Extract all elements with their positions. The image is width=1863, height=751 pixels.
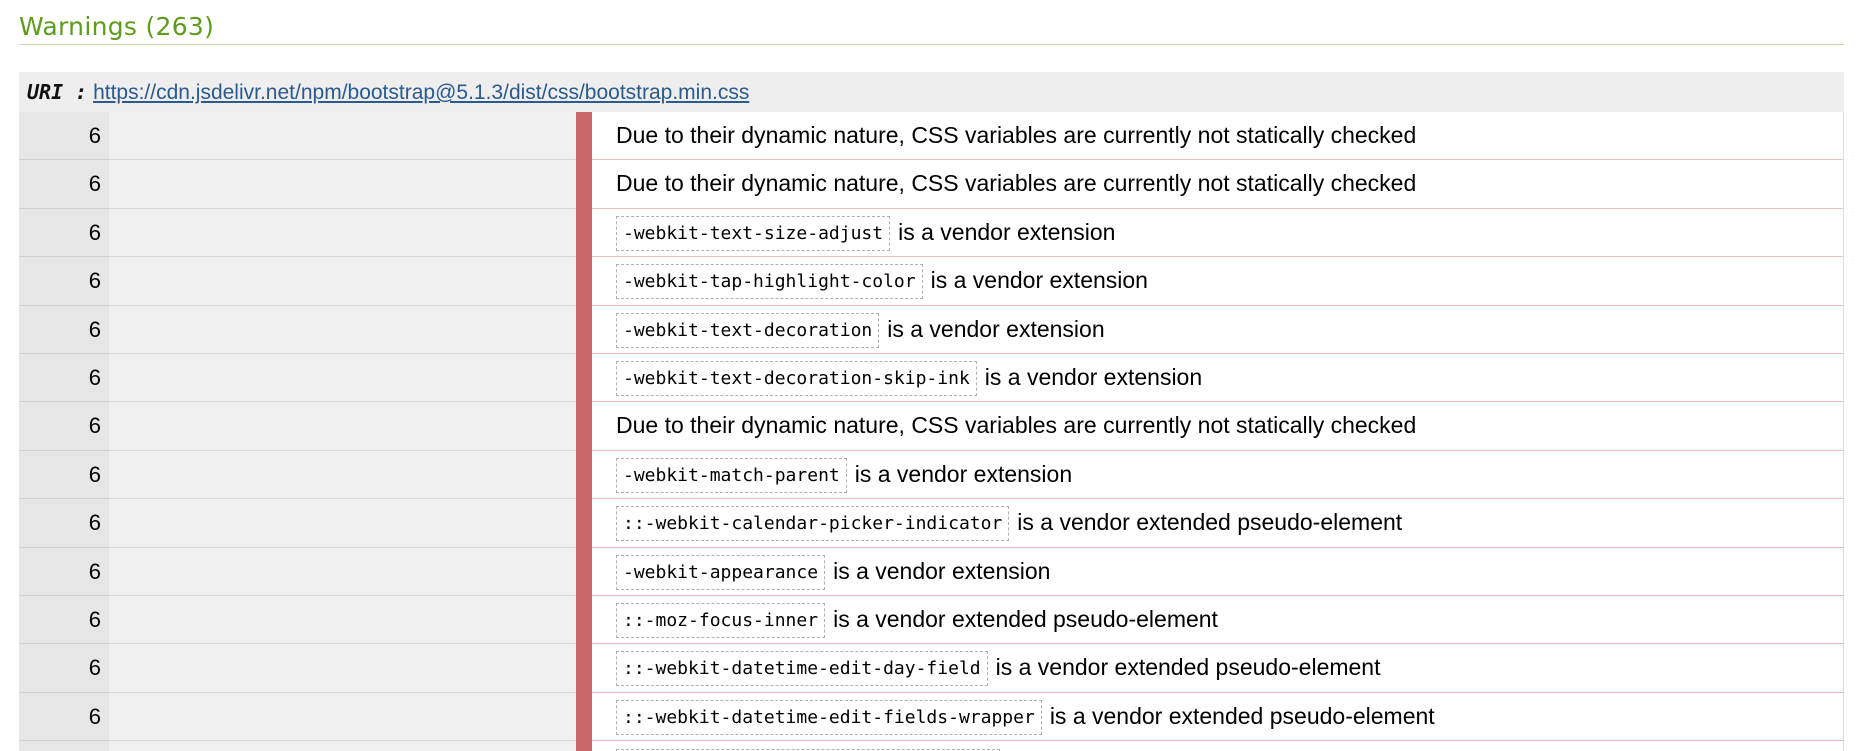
context-cell — [109, 547, 576, 596]
warning-marker-bar — [576, 257, 592, 306]
table-row: 6 Due to their dynamic nature, CSS variab… — [19, 160, 1843, 209]
message-cell: Due to their dynamic nature, CSS variabl… — [592, 112, 1843, 159]
context-cell — [109, 595, 576, 645]
warning-marker-bar — [576, 160, 592, 209]
line-number-cell: 6 — [19, 595, 109, 645]
warning-marker-bar — [576, 644, 592, 693]
message-text: is a vendor extended pseudo-element — [1049, 702, 1435, 729]
line-number-cell: 6 — [19, 257, 109, 306]
line-number-cell: 6 — [19, 644, 109, 693]
message-text: Due to their dynamic nature, CSS variabl… — [616, 412, 1417, 439]
context-cell — [109, 257, 576, 306]
table-row: 6 -webkit-match-parent is a vendor extensi… — [19, 450, 1843, 500]
message-cell: ::-webkit-datetime-edit-day-field is a ve… — [592, 644, 1843, 691]
uri-bar: URI : https://cdn.jsdelivr.net/npm/boots… — [19, 72, 1844, 112]
line-number-cell: 6 — [19, 499, 109, 548]
message-text: is a vendor extension — [984, 363, 1203, 390]
message-text: is a vendor extension — [854, 460, 1073, 487]
message-text: is a vendor extension — [930, 267, 1148, 294]
message-text: Due to their dynamic nature, CSS variabl… — [616, 170, 1417, 197]
line-number-cell — [19, 741, 109, 751]
property-code: ::-webkit-calendar-picker-indicator — [616, 506, 1010, 542]
uri-label: URI : — [27, 80, 88, 104]
message-text: is a vendor extended pseudo-element — [995, 654, 1381, 681]
context-cell — [109, 644, 576, 693]
warning-marker-bar — [576, 450, 592, 500]
context-cell — [109, 741, 576, 751]
table-row: 6 Due to their dynamic nature, CSS variab… — [19, 402, 1843, 451]
table-row: 6::-webkit-datetime-edit-day-field is a v… — [19, 644, 1843, 693]
line-number-cell: 6 — [19, 160, 109, 209]
context-cell — [109, 353, 576, 403]
line-number-cell: 6 — [19, 353, 109, 403]
warning-marker-bar — [576, 595, 592, 645]
message-cell: -webkit-text-size-adjust is a vendor exte… — [592, 209, 1843, 256]
warning-marker-bar — [576, 547, 592, 596]
context-cell — [109, 305, 576, 354]
context-cell — [109, 402, 576, 451]
table-row: 6::-moz-focus-inner is a vendor extended … — [19, 595, 1843, 645]
message-cell: -webkit-appearance is a vendor extension — [592, 548, 1843, 595]
table-row: 6 -webkit-text-decoration-skip-ink is a ve… — [19, 353, 1843, 403]
message-cell: -webkit-match-parent is a vendor extensio… — [592, 451, 1843, 498]
message-cell: -webkit-text-decoration is a vendor exten… — [592, 306, 1843, 353]
property-code: -webkit-text-decoration-skip-ink — [616, 360, 977, 396]
line-number-cell: 6 — [19, 305, 109, 354]
table-row-partial — [19, 741, 1843, 751]
table-row: 6 -webkit-text-size-adjust is a vendor ext… — [19, 208, 1843, 258]
message-cell — [592, 741, 1843, 751]
message-text: is a vendor extension — [898, 218, 1116, 245]
table-row: 6 -webkit-appearance is a vendor extension — [19, 547, 1843, 596]
line-number-cell: 6 — [19, 450, 109, 500]
property-code: -webkit-tap-highlight-color — [616, 264, 923, 300]
message-cell: Due to their dynamic nature, CSS variabl… — [592, 402, 1843, 449]
line-number-cell: 6 — [19, 547, 109, 596]
message-text: is a vendor extension — [833, 557, 1051, 584]
message-cell: ::-moz-focus-inner is a vendor extended p… — [592, 596, 1843, 643]
context-cell — [109, 450, 576, 500]
warning-marker-bar — [576, 353, 592, 403]
property-code: -webkit-match-parent — [616, 457, 847, 493]
property-code: -webkit-appearance — [616, 554, 826, 590]
message-text: is a vendor extended pseudo-element — [833, 605, 1218, 632]
line-number-cell: 6 — [19, 402, 109, 451]
warning-marker-bar — [576, 499, 592, 548]
message-cell: ::-webkit-calendar-picker-indicator is a … — [592, 499, 1843, 546]
table-row: 6 -webkit-text-decoration is a vendor exte… — [19, 305, 1843, 354]
context-cell — [109, 499, 576, 548]
message-cell: -webkit-text-decoration-skip-ink is a ven… — [592, 354, 1843, 401]
message-text: Due to their dynamic nature, CSS variabl… — [616, 122, 1417, 148]
warnings-table: 6 Due to their dynamic nature, CSS variab… — [19, 112, 1844, 751]
message-text: is a vendor extension — [887, 315, 1105, 342]
context-cell — [109, 208, 576, 258]
property-code: ::-webkit-datetime-edit-day-field — [616, 651, 988, 687]
line-number-cell: 6 — [19, 112, 109, 161]
line-number-cell: 6 — [19, 692, 109, 742]
warning-marker-bar — [576, 692, 592, 742]
message-cell: Due to their dynamic nature, CSS variabl… — [592, 160, 1843, 207]
property-code: -webkit-text-size-adjust — [616, 215, 891, 251]
warning-marker-bar — [576, 305, 592, 354]
property-code: -webkit-text-decoration — [616, 312, 880, 348]
message-cell: ::-webkit-datetime-edit-fields-wrapper is… — [592, 693, 1843, 740]
table-row: 6::-webkit-datetime-edit-fields-wrapper i… — [19, 692, 1843, 742]
context-cell — [109, 692, 576, 742]
warning-marker-bar — [576, 208, 592, 258]
property-code: ::-webkit-datetime-edit-fields-wrapper — [616, 699, 1042, 735]
warnings-heading: Warnings (263) — [19, 10, 1844, 45]
table-row: 6::-webkit-calendar-picker-indicator is a… — [19, 499, 1843, 548]
table-row: 6 Due to their dynamic nature, CSS variab… — [19, 112, 1843, 161]
line-number-cell: 6 — [19, 208, 109, 258]
message-text: is a vendor extended pseudo-element — [1017, 509, 1403, 536]
message-cell: -webkit-tap-highlight-color is a vendor e… — [592, 257, 1843, 304]
context-cell — [109, 112, 576, 161]
uri-link[interactable]: https://cdn.jsdelivr.net/npm/bootstrap@5… — [93, 81, 749, 104]
property-code: ::-moz-focus-inner — [616, 602, 826, 638]
warning-marker-bar — [576, 402, 592, 451]
warning-marker-bar — [576, 741, 592, 751]
warning-marker-bar — [576, 112, 592, 161]
table-row: 6 -webkit-tap-highlight-color is a vendor … — [19, 257, 1843, 306]
context-cell — [109, 160, 576, 209]
